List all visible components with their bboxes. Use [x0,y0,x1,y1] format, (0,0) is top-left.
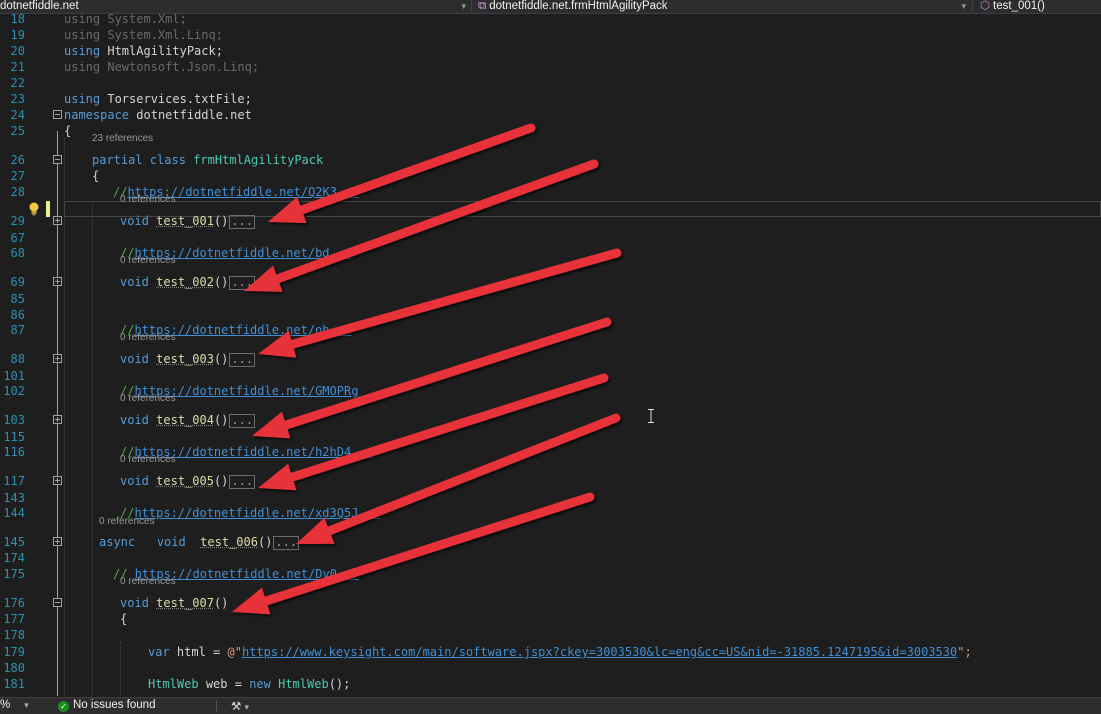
code-cleanup-button[interactable]: ⚒ ▾ [231,699,249,713]
text-cursor-icon [648,409,654,423]
divider [216,700,217,712]
annotation-arrow [268,123,536,224]
status-bar: % ▾ ✓ No issues found ⚒ ▾ [0,697,1101,714]
zoom-dropdown[interactable]: % ▾ [0,699,29,711]
annotation-arrows [232,123,622,615]
annotation-arrow [232,492,595,615]
issues-indicator[interactable]: ✓ No issues found [58,699,155,712]
chevron-down-icon: ▾ [24,700,29,710]
annotation-arrow [296,413,621,544]
annotation-arrow [258,373,609,491]
chevron-down-icon: ▾ [244,702,250,712]
zoom-label: % [0,699,11,711]
issues-label: No issues found [73,699,156,711]
brush-icon: ⚒ [231,701,242,713]
check-circle-icon: ✓ [58,701,69,712]
